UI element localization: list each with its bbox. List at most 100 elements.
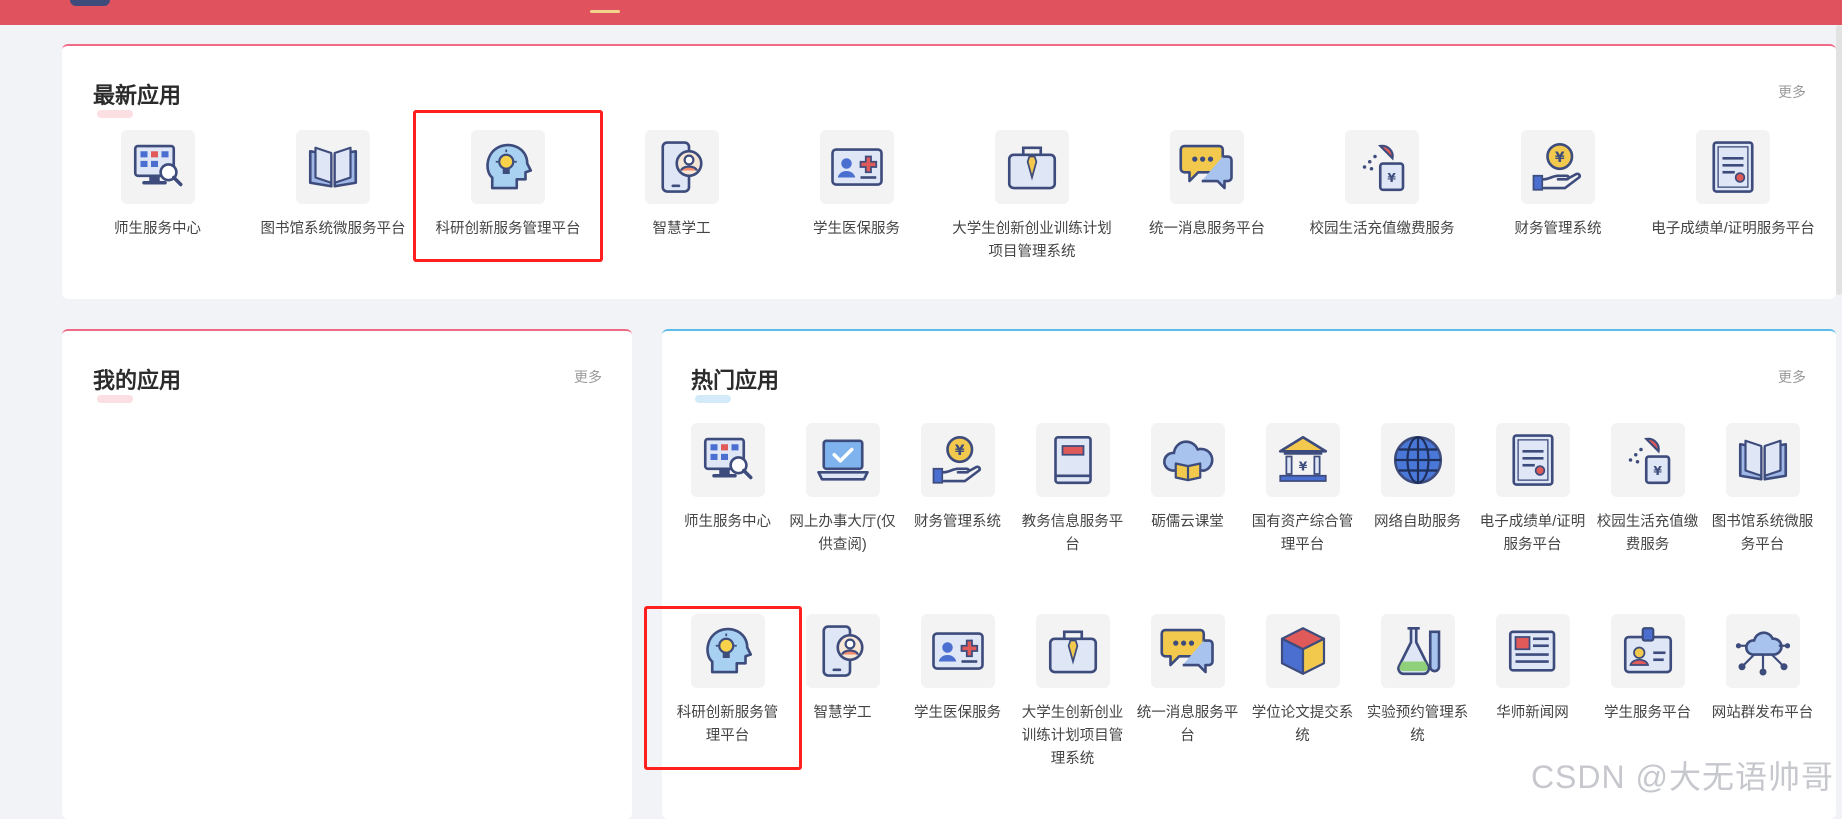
app-label: 校园生活充值缴费服务 bbox=[1596, 514, 1699, 553]
hot-app-item[interactable]: 教务信息服务平台 bbox=[1015, 423, 1130, 557]
briefcase-icon bbox=[1004, 139, 1060, 195]
latest-app-item[interactable]: 财务管理系统 bbox=[1473, 130, 1643, 241]
app-label: 教务信息服务平台 bbox=[1021, 514, 1124, 553]
my-apps-more-link[interactable]: 更多 bbox=[574, 367, 602, 387]
app-label: 网站群发布平台 bbox=[1711, 705, 1814, 721]
service-center-icon bbox=[130, 139, 186, 195]
flask-icon bbox=[1390, 623, 1446, 679]
app-label: 统一消息服务平台 bbox=[1149, 221, 1265, 237]
top-navigation-bar bbox=[0, 0, 1842, 25]
app-label: 实验预约管理系统 bbox=[1366, 705, 1469, 744]
chat-icon bbox=[1160, 623, 1216, 679]
app-label: 学生医保服务 bbox=[813, 221, 900, 237]
book-icon bbox=[1735, 432, 1791, 488]
app-label: 科研创新服务管理平台 bbox=[676, 705, 779, 744]
app-label: 师生服务中心 bbox=[684, 514, 771, 530]
hot-app-item[interactable]: 网络自助服务 bbox=[1360, 423, 1475, 534]
site-logo[interactable] bbox=[70, 0, 110, 6]
hot-app-item[interactable]: 电子成绩单/证明服务平台 bbox=[1475, 423, 1590, 557]
app-label: 学生服务平台 bbox=[1604, 705, 1691, 721]
app-label: 图书馆系统微服务平台 bbox=[1711, 514, 1814, 553]
app-label: 大学生创新创业训练计划项目管理系统 bbox=[1021, 705, 1124, 767]
app-label: 图书馆系统微服务平台 bbox=[260, 221, 406, 237]
latest-app-item[interactable]: 校园生活充值缴费服务 bbox=[1297, 130, 1467, 241]
latest-app-item[interactable]: 师生服务中心 bbox=[100, 130, 215, 241]
app-label: 科研创新服务管理平台 bbox=[435, 221, 581, 237]
hot-app-item[interactable]: 统一消息服务平台 bbox=[1130, 614, 1245, 748]
app-label: 电子成绩单/证明服务平台 bbox=[1479, 514, 1586, 553]
hot-app-item[interactable]: 图书馆系统微服务平台 bbox=[1705, 423, 1820, 557]
cube-icon bbox=[1275, 623, 1331, 679]
my-apps-title: 我的应用 bbox=[93, 363, 181, 403]
latest-app-item[interactable]: 图书馆系统微服务平台 bbox=[248, 130, 418, 241]
hot-app-item[interactable]: 财务管理系统 bbox=[900, 423, 1015, 534]
hot-app-item[interactable]: 学生服务平台 bbox=[1590, 614, 1705, 725]
app-label: 电子成绩单/证明服务平台 bbox=[1651, 221, 1815, 237]
hot-app-item[interactable]: 校园生活充值缴费服务 bbox=[1590, 423, 1705, 557]
app-label: 校园生活充值缴费服务 bbox=[1309, 221, 1455, 237]
coin-hand-icon bbox=[930, 432, 986, 488]
service-center-icon bbox=[700, 432, 756, 488]
app-label: 国有资产综合管理平台 bbox=[1251, 514, 1354, 553]
coin-hand-icon bbox=[1530, 139, 1586, 195]
hot-app-item[interactable]: 国有资产综合管理平台 bbox=[1245, 423, 1360, 557]
app-label: 砺儒云课堂 bbox=[1151, 514, 1224, 530]
latest-app-item[interactable]: 电子成绩单/证明服务平台 bbox=[1648, 130, 1818, 241]
mobile-user-icon bbox=[815, 623, 871, 679]
hot-apps-more-link[interactable]: 更多 bbox=[1778, 367, 1806, 387]
hot-app-item[interactable]: 科研创新服务管理平台 bbox=[670, 614, 785, 748]
hot-app-item[interactable]: 网上办事大厅(仅供查阅) bbox=[785, 423, 900, 557]
latest-apps-title: 最新应用 bbox=[93, 78, 181, 118]
app-label: 统一消息服务平台 bbox=[1136, 705, 1239, 744]
hot-app-item[interactable]: 实验预约管理系统 bbox=[1360, 614, 1475, 748]
hot-app-item[interactable]: 师生服务中心 bbox=[670, 423, 785, 534]
latest-app-item[interactable]: 智慧学工 bbox=[624, 130, 739, 241]
payment-shower-icon bbox=[1354, 139, 1410, 195]
hot-apps-title: 热门应用 bbox=[691, 363, 779, 403]
hot-app-item[interactable]: 网站群发布平台 bbox=[1705, 614, 1820, 725]
certificate-icon bbox=[1505, 432, 1561, 488]
watermark-text: CSDN @大无语帅哥 bbox=[1530, 759, 1834, 795]
app-label: 学生医保服务 bbox=[914, 705, 1001, 721]
app-label: 网上办事大厅(仅供查阅) bbox=[789, 514, 896, 553]
hot-app-item[interactable]: 学生医保服务 bbox=[900, 614, 1015, 725]
newspaper-icon bbox=[1505, 623, 1561, 679]
hot-app-item[interactable]: 智慧学工 bbox=[785, 614, 900, 725]
mobile-user-icon bbox=[654, 139, 710, 195]
app-label: 大学生创新创业训练计划项目管理系统 bbox=[952, 221, 1112, 260]
latest-app-item[interactable]: 学生医保服务 bbox=[799, 130, 914, 241]
hot-apps-card: 热门应用 更多 师生服务中心 网上办事大厅(仅供查阅) 财务管理系统 教务信息服… bbox=[644, 329, 1836, 819]
vertical-scrollbar[interactable] bbox=[1836, 25, 1842, 295]
my-apps-card: 我的应用 更多 bbox=[62, 329, 632, 819]
network-cloud-icon bbox=[1735, 623, 1791, 679]
app-label: 学位论文提交系统 bbox=[1251, 705, 1354, 744]
latest-apps-more-link[interactable]: 更多 bbox=[1778, 82, 1806, 102]
latest-apps-card: 最新应用 更多 师生服务中心 图书馆系统微服务平台 科研创新服务管理平台 智慧学… bbox=[62, 44, 1836, 299]
idea-head-icon bbox=[480, 139, 536, 195]
laptop-check-icon bbox=[815, 432, 871, 488]
payment-shower-icon bbox=[1620, 432, 1676, 488]
hot-app-item[interactable]: 华师新闻网 bbox=[1475, 614, 1590, 725]
hot-app-item[interactable]: 大学生创新创业训练计划项目管理系统 bbox=[1015, 614, 1130, 771]
latest-app-item[interactable]: 科研创新服务管理平台 bbox=[423, 130, 593, 241]
app-label: 财务管理系统 bbox=[914, 514, 1001, 530]
medical-card-icon bbox=[829, 139, 885, 195]
briefcase-icon bbox=[1045, 623, 1101, 679]
id-badge-icon bbox=[1620, 623, 1676, 679]
book-icon bbox=[305, 139, 361, 195]
red-book-icon bbox=[1045, 432, 1101, 488]
latest-app-item[interactable]: 大学生创新创业训练计划项目管理系统 bbox=[947, 130, 1117, 264]
bank-icon bbox=[1275, 432, 1331, 488]
certificate-icon bbox=[1705, 139, 1761, 195]
app-label: 师生服务中心 bbox=[114, 221, 201, 237]
latest-app-item[interactable]: 统一消息服务平台 bbox=[1122, 130, 1292, 241]
cloud-book-icon bbox=[1160, 432, 1216, 488]
globe-icon bbox=[1390, 432, 1446, 488]
active-nav-indicator bbox=[590, 10, 620, 13]
hot-app-item[interactable]: 学位论文提交系统 bbox=[1245, 614, 1360, 748]
app-label: 智慧学工 bbox=[652, 221, 711, 237]
app-label: 财务管理系统 bbox=[1514, 221, 1602, 237]
app-label: 华师新闻网 bbox=[1496, 705, 1569, 721]
hot-app-item[interactable]: 砺儒云课堂 bbox=[1130, 423, 1245, 534]
medical-card-icon bbox=[930, 623, 986, 679]
